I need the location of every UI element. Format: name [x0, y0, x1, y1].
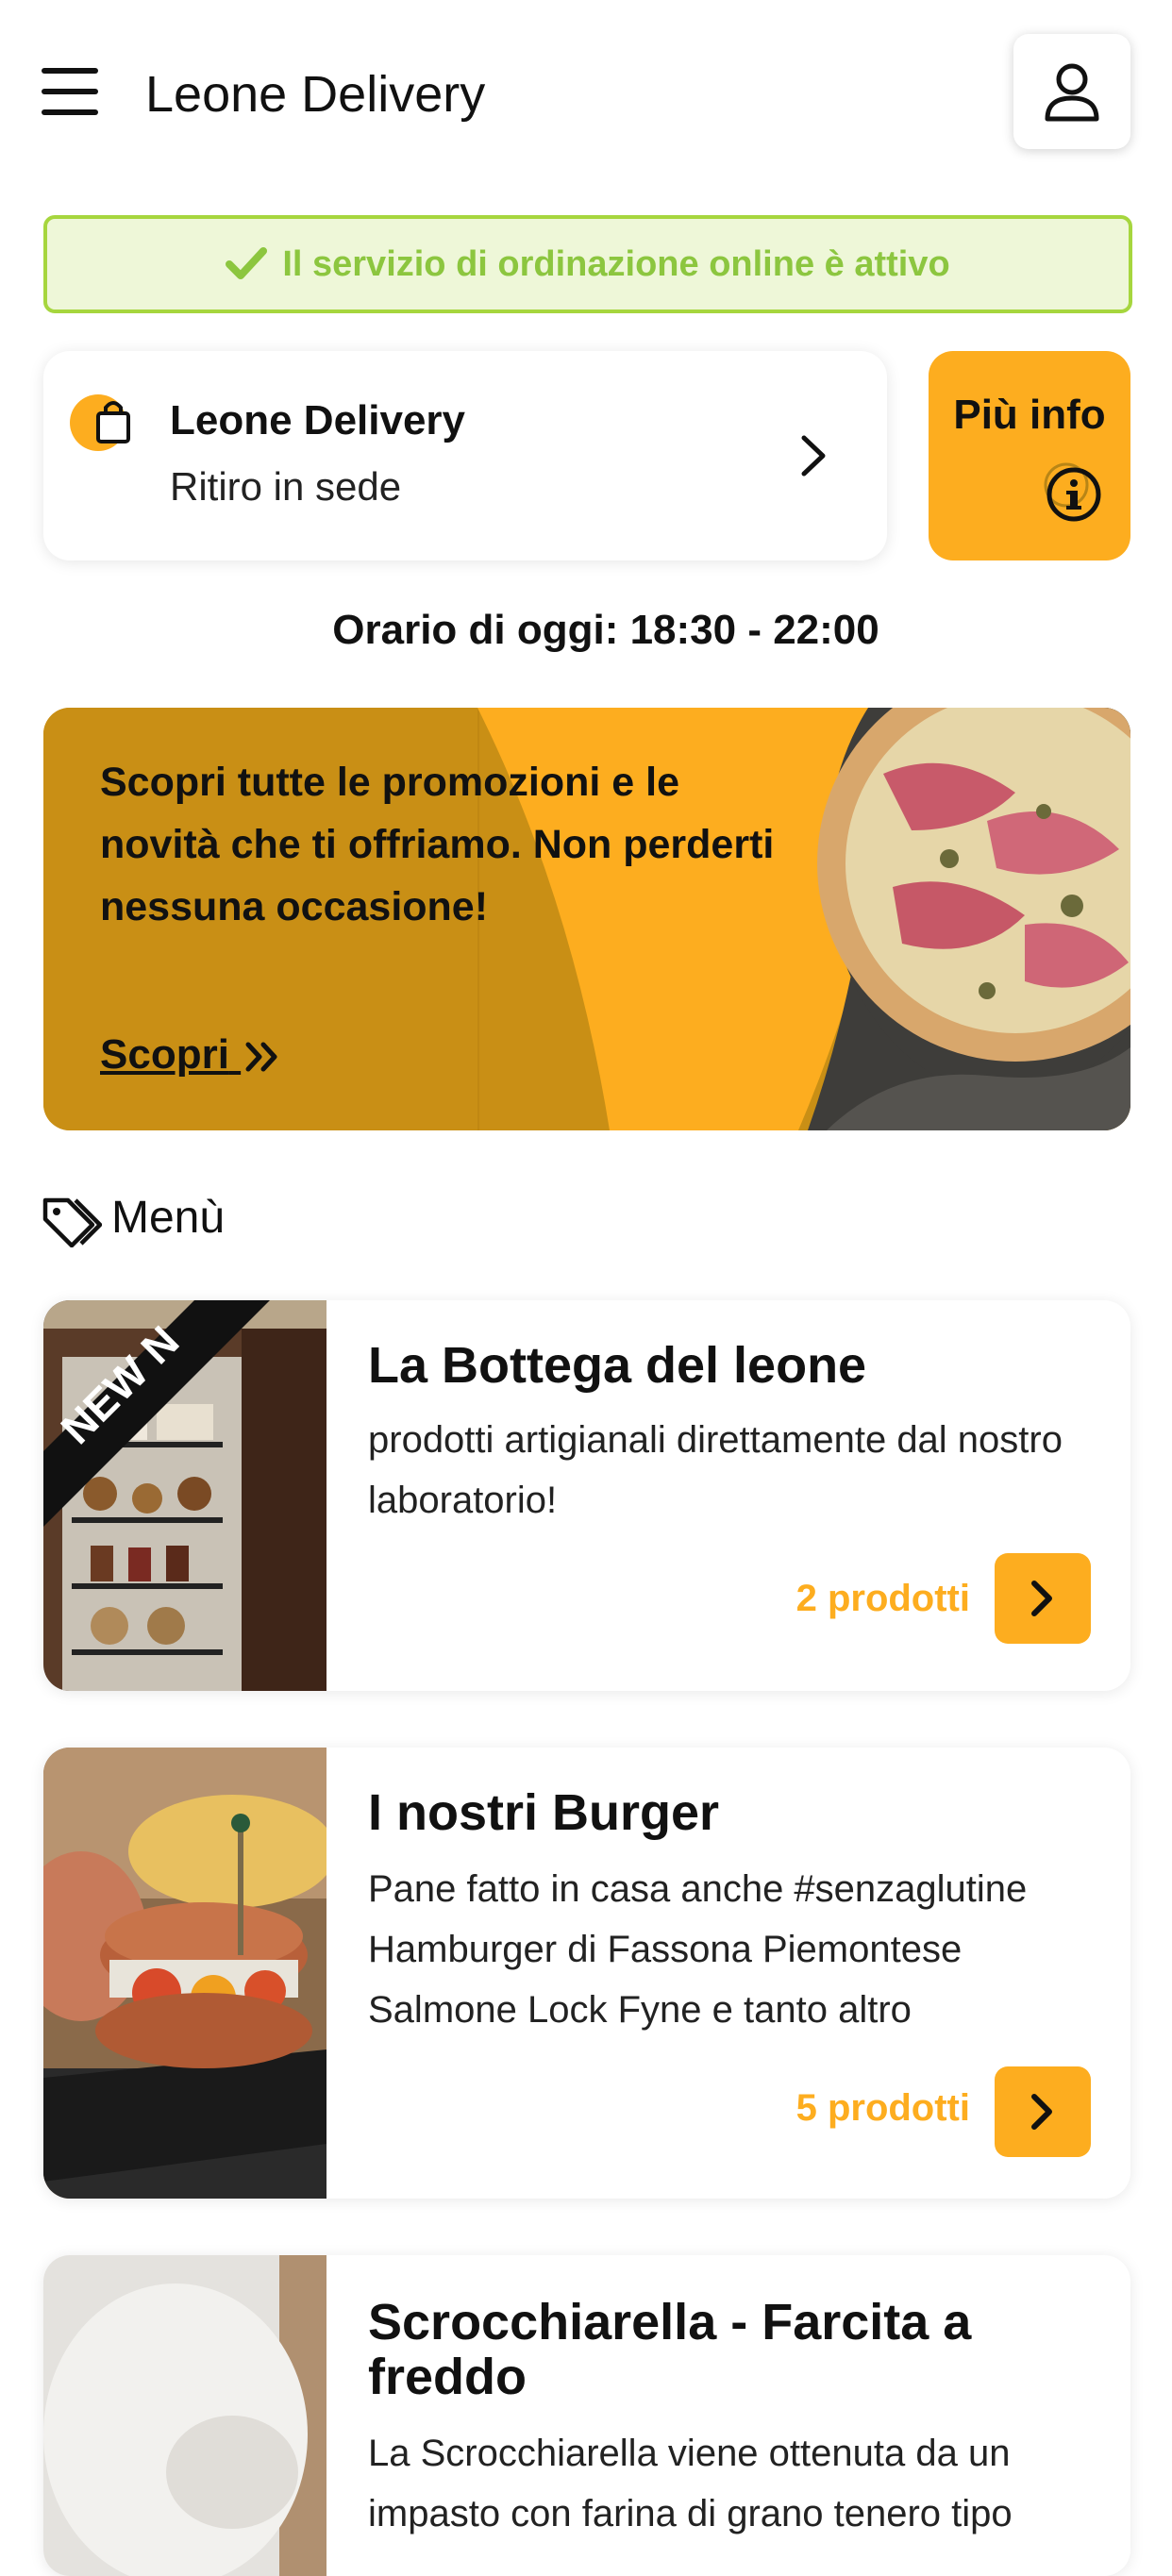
category-card-scrocchiarella[interactable]: Scrocchiarella - Farcita a freddo La Scr… [43, 2255, 1130, 2576]
category-image [43, 1748, 326, 2199]
menu-heading: Menù [111, 1193, 226, 1243]
promo-discover-link[interactable]: Scopri [100, 1029, 282, 1081]
open-category-button[interactable] [995, 1553, 1091, 1644]
chevron-right-icon [1031, 1581, 1052, 1616]
store-service-mode: Ritiro in sede [170, 464, 402, 509]
category-title: I nostri Burger [368, 1784, 720, 1841]
category-title: La Bottega del leone [368, 1337, 867, 1394]
promo-link-label: Scopri [100, 1031, 229, 1078]
app-title: Leone Delivery [145, 66, 486, 123]
category-image [43, 2255, 326, 2576]
user-icon [1045, 63, 1099, 122]
category-product-count: 2 prodotti [795, 1578, 970, 1619]
more-info-label: Più info [953, 392, 1106, 438]
more-info-button[interactable] [929, 351, 1130, 560]
hamburger-line [42, 109, 98, 115]
store-name: Leone Delivery [170, 397, 466, 443]
hamburger-menu-button[interactable] [42, 68, 98, 115]
category-description: La Scrocchiarella viene ottenuta da un i… [368, 2433, 1013, 2534]
chevron-right-icon [1031, 2094, 1052, 2130]
profile-button[interactable] [1013, 34, 1130, 149]
promo-text: Scopri tutte le promozioni e le novità c… [100, 760, 775, 929]
tags-icon [42, 1197, 102, 1247]
shopping-bag-icon [70, 394, 136, 451]
category-card-burger[interactable]: I nostri Burger Pane fatto in casa anche… [43, 1748, 1130, 2199]
hamburger-icon [42, 68, 98, 74]
category-image: NEW N [43, 1300, 326, 1691]
status-text: Il servizio di ordinazione online è atti… [282, 243, 950, 284]
category-description: prodotti artigianali direttamente dal no… [368, 1419, 1063, 1521]
today-opening-hours: Orario di oggi: 18:30 - 22:00 [332, 607, 879, 653]
category-title: Scrocchiarella - Farcita a freddo [368, 2294, 972, 2405]
category-description: Pane fatto in casa anche #senzaglutine H… [368, 1868, 1028, 2031]
store-selector-card[interactable] [43, 351, 887, 560]
category-product-count: 5 prodotti [795, 2087, 970, 2129]
check-icon [226, 247, 268, 279]
double-chevron-right-icon [245, 1042, 277, 1072]
info-icon [1044, 462, 1101, 522]
hamburger-line [42, 89, 98, 94]
service-status-banner: Il servizio di ordinazione online è atti… [43, 215, 1132, 313]
category-card-bottega[interactable]: NEW N La Bottega del leone prodotti arti… [43, 1300, 1130, 1691]
chevron-right-icon [801, 435, 826, 477]
open-category-button[interactable] [995, 2066, 1091, 2157]
